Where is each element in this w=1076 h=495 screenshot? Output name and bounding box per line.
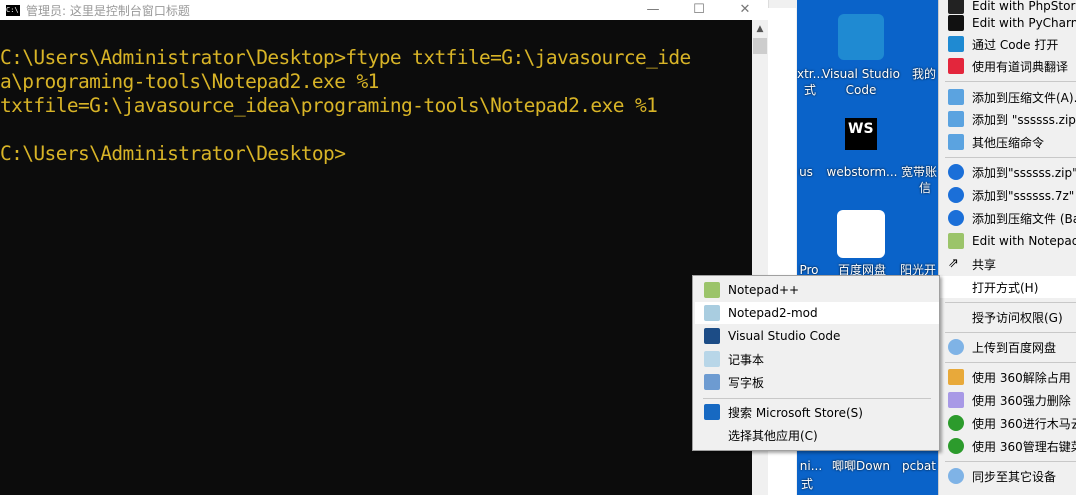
desktop-label: xtr... [797, 67, 823, 81]
desktop-label: 唧唧Down [831, 459, 890, 473]
desktop-label: Visual Studio Code [822, 67, 900, 97]
vscode-icon [704, 328, 720, 344]
menu-item-open-code[interactable]: 通过 Code 打开 [939, 33, 1076, 55]
console-line: C:\Users\Administrator\Desktop>ftype txt… [0, 46, 691, 69]
close-button[interactable]: ✕ [722, 0, 768, 20]
menu-item-bandizip-zip[interactable]: 添加到"ssssss.zip" [939, 161, 1076, 183]
vscode-desktop-icon[interactable] [838, 14, 884, 60]
scroll-thumb[interactable] [753, 38, 767, 54]
menu-item-share[interactable]: ⇗ 共享 [939, 253, 1076, 275]
winrar-icon [948, 134, 964, 150]
menu-separator [945, 81, 1076, 82]
shredder-icon [948, 392, 964, 408]
cmd-app-icon: C:\. [6, 4, 23, 16]
360-icon [948, 438, 964, 454]
sync-icon [948, 468, 964, 484]
desktop-label: ni... [799, 459, 823, 473]
desktop-label: 宽带账 [900, 165, 937, 179]
menu-item-other-compress[interactable]: 其他压缩命令 [939, 131, 1076, 153]
cmd-window: C:\. 管理员: 这里是控制台窗口标题 — ☐ ✕ C:\Users\Admi… [0, 0, 768, 495]
notepad2-icon [704, 305, 720, 321]
menu-item-360-manage[interactable]: 使用 360管理右键菜 [939, 435, 1076, 457]
menu-item-bandizip-7z[interactable]: 添加到"ssssss.7z" [939, 184, 1076, 206]
menu-item-bandizip-archive[interactable]: 添加到压缩文件 (Ba [939, 207, 1076, 229]
scroll-up-icon[interactable]: ▲ [752, 20, 768, 38]
pycharm-icon [948, 15, 964, 31]
menu-separator [945, 362, 1076, 363]
menu-item-add-zip[interactable]: 添加到 "ssssss.zip" [939, 108, 1076, 130]
maximize-button[interactable]: ☐ [676, 0, 722, 20]
open-with-store[interactable]: 搜索 Microsoft Store(S) [695, 401, 939, 423]
console-line: txtfile=G:\javasource_idea\programing-to… [0, 94, 658, 117]
open-with-choose-other[interactable]: 选择其他应用(C) [695, 424, 939, 446]
wordpad-icon [704, 374, 720, 390]
console-prompt: C:\Users\Administrator\Desktop> [0, 142, 346, 165]
winrar-icon [948, 111, 964, 127]
store-icon [704, 404, 720, 420]
baidu-netdisk-icon [948, 339, 964, 355]
menu-item-grant-access[interactable]: 授予访问权限(G) [939, 306, 1076, 328]
notepad-icon [704, 351, 720, 367]
menu-separator [945, 157, 1076, 158]
folder-unlock-icon [948, 369, 964, 385]
console-line: a\programing-tools\Notepad2.exe %1 [0, 70, 379, 93]
360-icon [948, 415, 964, 431]
webstorm-desktop-icon[interactable]: WS [845, 118, 877, 150]
menu-item-add-archive[interactable]: 添加到压缩文件(A)... [939, 86, 1076, 108]
window-title: 管理员: 这里是控制台窗口标题 [26, 3, 190, 18]
menu-item-360-scan[interactable]: 使用 360进行木马云 [939, 412, 1076, 434]
minimize-button[interactable]: — [630, 0, 676, 20]
vscode-icon [948, 36, 964, 52]
title-bar[interactable]: C:\. 管理员: 这里是控制台窗口标题 — ☐ ✕ [0, 0, 768, 20]
youdao-icon [948, 58, 964, 74]
desktop-label: us [799, 165, 813, 179]
winrar-icon [948, 89, 964, 105]
context-menu: Edit with PhpStorm Edit with PyCharm 通过 … [938, 0, 1076, 495]
open-with-notepad2-mod[interactable]: Notepad2-mod [695, 302, 939, 324]
bandizip-icon [948, 187, 964, 203]
menu-separator [945, 332, 1076, 333]
notepadpp-icon [704, 282, 720, 298]
share-icon: ⇗ [948, 256, 959, 271]
menu-item-360-delete[interactable]: 使用 360强力删除 [939, 389, 1076, 411]
menu-separator [945, 461, 1076, 462]
menu-item-notepadpp[interactable]: Edit with Notepad [939, 230, 1076, 252]
desktop-label: webstorm... [826, 165, 898, 179]
desktop-label: pcbat [902, 459, 936, 473]
menu-item-360-unlock[interactable]: 使用 360解除占用 [939, 366, 1076, 388]
notepadpp-icon [948, 233, 964, 249]
open-with-submenu: Notepad++ Notepad2-mod Visual Studio Cod… [692, 275, 940, 451]
baidu-netdisk-desktop-icon[interactable] [837, 210, 885, 258]
open-with-vscode[interactable]: Visual Studio Code [695, 325, 939, 347]
menu-item-baidu-upload[interactable]: 上传到百度网盘 [939, 336, 1076, 358]
bandizip-icon [948, 210, 964, 226]
menu-item-open-with[interactable]: 打开方式(H) [939, 276, 1076, 298]
menu-item-sync[interactable]: 同步至其它设备 [939, 465, 1076, 487]
desktop-label: 式 [800, 477, 813, 491]
open-with-notepad[interactable]: 记事本 [695, 348, 939, 370]
open-with-notepadpp[interactable]: Notepad++ [695, 279, 939, 301]
desktop-label: 信 [918, 181, 931, 195]
open-with-wordpad[interactable]: 写字板 [695, 371, 939, 393]
menu-item-pycharm[interactable]: Edit with PyCharm [939, 12, 1076, 34]
desktop-label: 式 [803, 83, 816, 97]
menu-separator [945, 302, 1076, 303]
console-output[interactable]: C:\Users\Administrator\Desktop>ftype txt… [0, 20, 752, 495]
menu-separator [703, 398, 931, 399]
desktop-label: 我的 [911, 67, 936, 81]
menu-item-youdao[interactable]: 使用有道词典翻译 [939, 55, 1076, 77]
bandizip-icon [948, 164, 964, 180]
